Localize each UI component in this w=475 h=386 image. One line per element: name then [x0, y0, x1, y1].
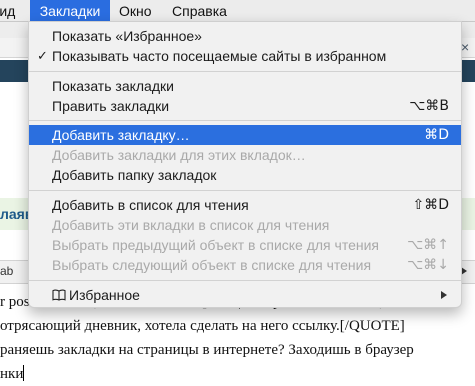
menu-item-label: Править закладки [52, 98, 170, 114]
menu-item-add-bookmark[interactable]: Добавить закладку… ⌘D [29, 125, 461, 145]
bookmarks-dropdown-menu: Показать «Избранное» ✓ Показывать часто … [28, 21, 462, 308]
menu-separator [29, 190, 461, 191]
menu-item-label: Показать «Избранное» [52, 28, 202, 44]
menu-item-shortcut: ⌥⌘↑ [407, 237, 449, 253]
submenu-arrow-icon [441, 291, 447, 299]
menu-view[interactable]: Вид [0, 0, 30, 22]
menu-item-add-tabs-to-reading-list[interactable]: Добавить эти вкладки в список для чтения [29, 215, 461, 235]
menu-item-label: Добавить эти вкладки в список для чтения [52, 217, 330, 233]
menu-item-select-next-reading-item[interactable]: Выбрать следующий объект в списке для чт… [29, 255, 461, 275]
menu-item-label: Выбрать предыдущий объект в списке для ч… [52, 237, 379, 253]
menu-item-shortcut: ⇧⌘D [412, 197, 449, 213]
menu-item-show-frequent-sites[interactable]: ✓ Показывать часто посещаемые сайты в из… [29, 46, 461, 66]
menu-item-add-bookmark-folder[interactable]: Добавить папку закладок [29, 165, 461, 185]
menu-separator [29, 120, 461, 121]
editor-line: отрясающий дневник, хотела сделать на не… [0, 318, 405, 334]
menu-item-shortcut: ⌘D [424, 127, 449, 143]
menu-item-show-favorites[interactable]: Показать «Избранное» [29, 26, 461, 46]
menu-item-label: Выбрать следующий объект в списке для чт… [52, 257, 372, 273]
menu-item-select-previous-reading-item[interactable]: Выбрать предыдущий объект в списке для ч… [29, 235, 461, 255]
close-icon[interactable]: × [461, 40, 473, 54]
menu-item-add-to-reading-list[interactable]: Добавить в список для чтения ⇧⌘D [29, 195, 461, 215]
menu-item-label: Добавить закладку… [52, 127, 190, 143]
menu-item-label: Добавить папку закладок [52, 167, 217, 183]
menu-item-label: Добавить в список для чтения [52, 197, 249, 213]
menu-item-show-bookmarks[interactable]: Показать закладки [29, 76, 461, 96]
editor-line-text: нки [0, 366, 24, 382]
menu-item-label: Показывать часто посещаемые сайты в избр… [52, 48, 387, 64]
menu-help[interactable]: Справка [168, 0, 252, 22]
menu-item-add-bookmarks-for-tabs[interactable]: Добавить закладки для этих вкладок… [29, 145, 461, 165]
menu-item-favorites-submenu[interactable]: Избранное [29, 285, 461, 305]
menu-separator [29, 71, 461, 72]
editor-line-last: нки [0, 362, 475, 386]
menu-bar: Вид Закладки Окно Справка [0, 0, 475, 22]
editor-format-button[interactable]: ab [0, 264, 13, 278]
menu-item-label: Показать закладки [52, 78, 174, 94]
menu-window[interactable]: Окно [115, 0, 169, 22]
text-caret [23, 365, 25, 381]
book-icon [52, 289, 66, 301]
menu-item-shortcut: ⌥⌘B [409, 98, 449, 114]
menu-bookmarks[interactable]: Закладки [30, 0, 110, 22]
checkmark-icon: ✓ [37, 48, 48, 63]
menu-item-edit-bookmarks[interactable]: Править закладки ⌥⌘B [29, 96, 461, 116]
menu-item-label: Добавить закладки для этих вкладок… [52, 147, 306, 163]
menu-item-shortcut: ⌥⌘↓ [407, 257, 449, 273]
editor-line: раняешь закладки на страницы в интернете… [0, 342, 414, 358]
menu-item-label: Избранное [69, 287, 140, 303]
menu-separator [29, 280, 461, 281]
